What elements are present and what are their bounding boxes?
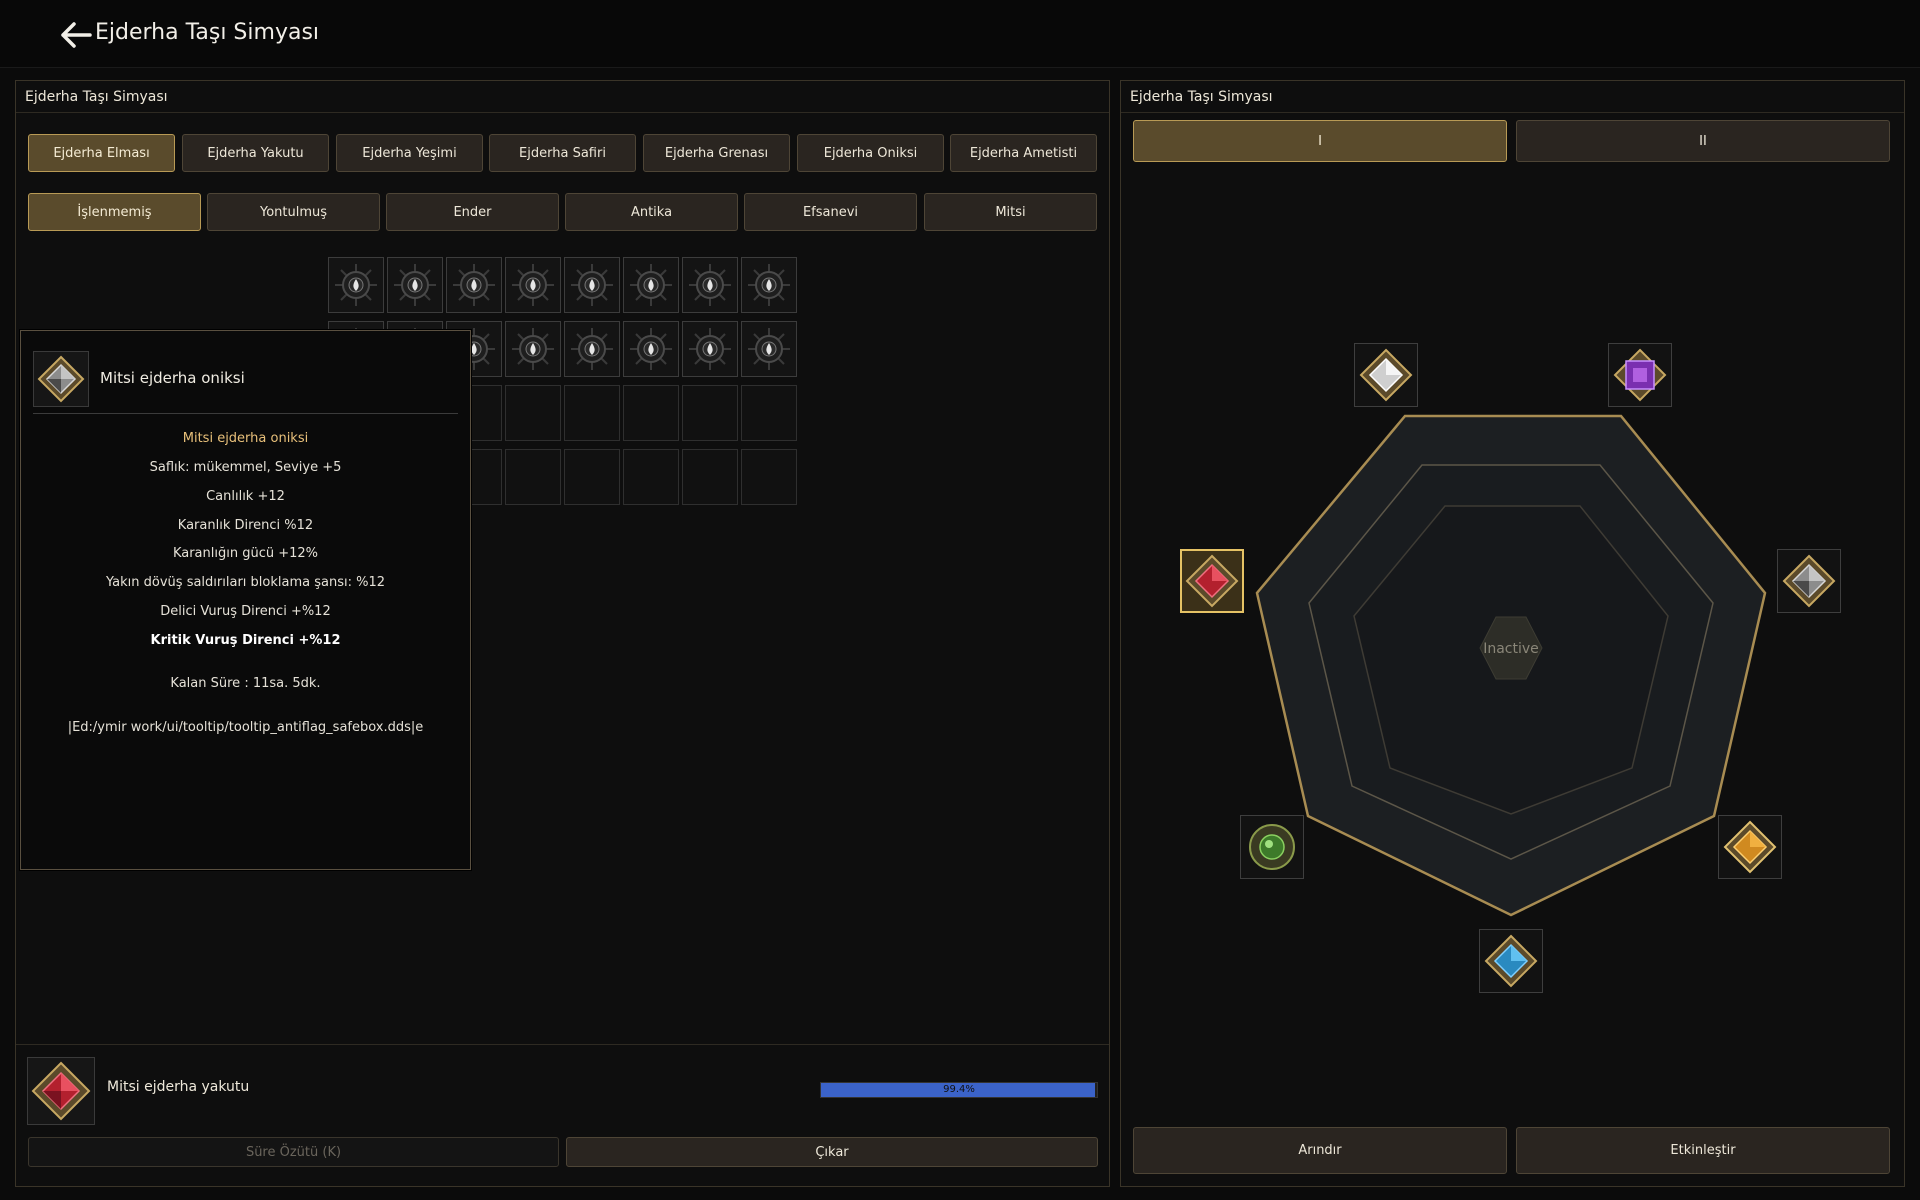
inventory-slot[interactable] <box>564 385 620 441</box>
tooltip-line: Mitsi ejderha oniksi <box>182 431 309 446</box>
tooltip-line: Karanlığın gücü +12% <box>172 546 319 561</box>
refine-button[interactable]: Arındır <box>1133 1127 1507 1174</box>
raw-dragon-stone-icon <box>512 264 554 306</box>
inventory-slot[interactable] <box>741 321 797 377</box>
jade-gem-icon <box>1249 824 1295 870</box>
top-bar: Ejderha Taşı Simyası <box>0 0 1920 68</box>
tooltip-item-name: Mitsi ejderha oniksi <box>100 369 245 387</box>
gem-slot-amethyst[interactable] <box>1608 343 1672 407</box>
inventory-slot[interactable] <box>741 257 797 313</box>
progress-text: 99.4% <box>943 1084 975 1095</box>
dragon-soul-diagram: Inactive <box>1255 414 1767 917</box>
tooltip-line: Canlılık +12 <box>206 489 285 504</box>
inventory-slot[interactable] <box>682 257 738 313</box>
remove-button[interactable]: Çıkar <box>566 1137 1098 1167</box>
time-extract-button[interactable]: Süre Özütü (K) <box>28 1137 559 1167</box>
selected-item-divider <box>16 1044 1109 1045</box>
raw-dragon-stone-icon <box>394 264 436 306</box>
inventory-slot[interactable] <box>505 449 561 505</box>
raw-dragon-stone-icon <box>689 328 731 370</box>
inventory-slot[interactable] <box>564 257 620 313</box>
raw-dragon-stone-icon <box>630 328 672 370</box>
tooltip-line: Karanlık Direnci %12 <box>177 518 314 533</box>
raw-dragon-stone-icon <box>689 264 731 306</box>
raw-dragon-stone-icon <box>571 328 613 370</box>
inventory-slot[interactable] <box>741 385 797 441</box>
grade-tab-6[interactable]: Mitsi <box>924 193 1097 231</box>
ruby-gem-icon <box>1185 554 1239 608</box>
tooltip-divider <box>33 413 458 414</box>
inventory-slot[interactable] <box>623 321 679 377</box>
grade-tab-1[interactable]: İşlenmemiş <box>28 193 201 231</box>
diamond-gem-icon <box>1359 348 1413 402</box>
inventory-slot[interactable] <box>682 321 738 377</box>
gem-slot-jade[interactable] <box>1240 815 1304 879</box>
stone-tab-7[interactable]: Ejderha Ametisti <box>950 134 1097 172</box>
grade-tab-5[interactable]: Efsanevi <box>744 193 917 231</box>
inventory-slot[interactable] <box>682 449 738 505</box>
raw-dragon-stone-icon <box>335 264 377 306</box>
raw-dragon-stone-icon <box>453 264 495 306</box>
onyx-gem-icon <box>37 355 85 403</box>
tooltip-line: Yakın dövüş saldırıları bloklama şansı: … <box>106 575 385 590</box>
selected-item-icon-box[interactable] <box>27 1057 95 1125</box>
gem-slot-sapphire[interactable] <box>1479 929 1543 993</box>
inventory-slot[interactable] <box>682 385 738 441</box>
right-panel-title: Ejderha Taşı Simyası <box>1121 81 1904 113</box>
inventory-slot[interactable] <box>328 257 384 313</box>
stone-tab-2[interactable]: Ejderha Yakutu <box>182 134 329 172</box>
item-tooltip: Mitsi ejderha oniksi Mitsi ejderha oniks… <box>20 330 471 870</box>
inventory-slot[interactable] <box>741 449 797 505</box>
stone-tab-5[interactable]: Ejderha Grenası <box>643 134 790 172</box>
page-tab-1[interactable]: I <box>1133 120 1507 162</box>
sapphire-gem-icon <box>1484 934 1538 988</box>
gem-slot-diamond[interactable] <box>1354 343 1418 407</box>
grade-tab-2[interactable]: Yontulmuş <box>207 193 380 231</box>
inventory-slot[interactable] <box>623 257 679 313</box>
inventory-slot[interactable] <box>387 257 443 313</box>
stone-tab-4[interactable]: Ejderha Safiri <box>489 134 636 172</box>
tooltip-line: Kalan Süre : 11sa. 5dk. <box>170 676 321 691</box>
inventory-slot[interactable] <box>446 257 502 313</box>
raw-dragon-stone-icon <box>748 328 790 370</box>
inventory-slot[interactable] <box>623 449 679 505</box>
gem-slot-ruby[interactable] <box>1180 549 1244 613</box>
inventory-slot[interactable] <box>564 321 620 377</box>
stone-tab-1[interactable]: Ejderha Elması <box>28 134 175 172</box>
page-title: Ejderha Taşı Simyası <box>95 20 320 45</box>
page-tab-2[interactable]: II <box>1516 120 1890 162</box>
back-arrow-icon[interactable] <box>60 20 92 50</box>
inventory-slot[interactable] <box>505 321 561 377</box>
activate-button[interactable]: Etkinleştir <box>1516 1127 1890 1174</box>
center-status-label: Inactive <box>1483 641 1539 657</box>
raw-dragon-stone-icon <box>571 264 613 306</box>
selected-item-name: Mitsi ejderha yakutu <box>107 1079 250 1095</box>
tooltip-line: |Ed:/ymir work/ui/tooltip/tooltip_antifl… <box>67 720 424 735</box>
inventory-slot[interactable] <box>564 449 620 505</box>
amethyst-gem-icon <box>1613 348 1667 402</box>
tooltip-line: Delici Vuruş Direnci +%12 <box>160 604 331 619</box>
grade-tab-3[interactable]: Ender <box>386 193 559 231</box>
gem-slot-onyx[interactable] <box>1777 549 1841 613</box>
progress-bar: 99.4% <box>820 1082 1098 1098</box>
grade-tab-4[interactable]: Antika <box>565 193 738 231</box>
inventory-slot[interactable] <box>623 385 679 441</box>
ruby-gem-icon <box>31 1061 91 1121</box>
raw-dragon-stone-icon <box>512 328 554 370</box>
onyx-gem-icon <box>1782 554 1836 608</box>
tooltip-line: Kritik Vuruş Direnci +%12 <box>150 633 341 648</box>
inventory-slot[interactable] <box>505 257 561 313</box>
inventory-slot[interactable] <box>505 385 561 441</box>
raw-dragon-stone-icon <box>630 264 672 306</box>
tooltip-item-icon-box <box>33 351 89 407</box>
raw-dragon-stone-icon <box>748 264 790 306</box>
garnet-gem-icon <box>1723 820 1777 874</box>
gem-slot-garnet[interactable] <box>1718 815 1782 879</box>
stone-tab-3[interactable]: Ejderha Yeşimi <box>336 134 483 172</box>
left-panel-title: Ejderha Taşı Simyası <box>16 81 1109 113</box>
tooltip-line: Saflık: mükemmel, Seviye +5 <box>149 460 342 475</box>
stone-tab-6[interactable]: Ejderha Oniksi <box>797 134 944 172</box>
